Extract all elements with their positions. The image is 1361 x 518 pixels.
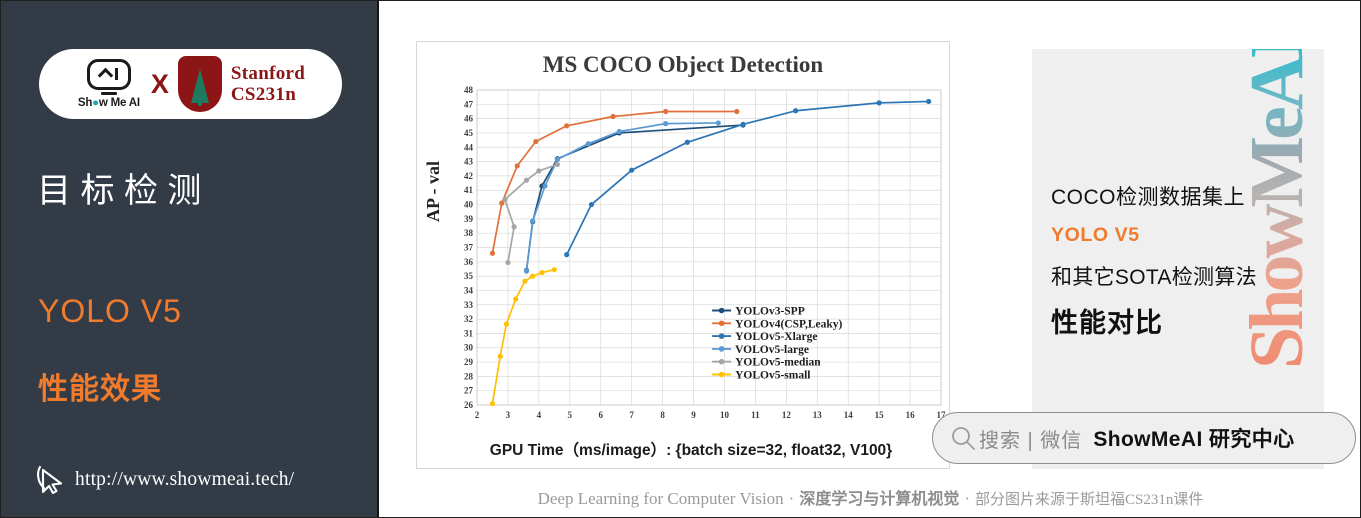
svg-text:41: 41 <box>464 185 474 195</box>
footer-sep-2: · <box>964 489 971 508</box>
svg-text:YOLOv5-median: YOLOv5-median <box>735 357 821 369</box>
search-icon <box>952 427 975 450</box>
svg-text:34: 34 <box>464 285 474 295</box>
site-url-text[interactable]: http://www.showmeai.tech/ <box>75 469 294 491</box>
svg-text:8: 8 <box>660 410 665 420</box>
page-title: 目 标 检 测 <box>37 172 202 210</box>
footer-cn-tail: 部分图片来源于斯坦福CS231n课件 <box>975 492 1204 508</box>
logo-badge: Sh●w Me AI X Stanford CS231n <box>39 49 342 119</box>
svg-text:38: 38 <box>464 228 474 238</box>
stanford-line-1: Stanford <box>230 62 306 84</box>
svg-text:46: 46 <box>464 114 474 124</box>
summary-line-3: 和其它SOTA检测算法 <box>1051 266 1257 289</box>
site-url-row[interactable]: http://www.showmeai.tech/ <box>35 464 294 496</box>
svg-text:2: 2 <box>475 410 480 420</box>
svg-text:40: 40 <box>464 200 474 210</box>
cross-symbol: X <box>150 68 169 99</box>
svg-text:27: 27 <box>464 386 474 396</box>
svg-text:VOLOv5-large: VOLOv5-large <box>735 344 809 356</box>
svg-text:43: 43 <box>464 157 474 167</box>
search-placeholder-text[interactable]: 搜索 | 微信 <box>979 424 1082 453</box>
subtitle-topic: 性能效果 <box>38 373 162 406</box>
slide-root: Sh●w Me AI X Stanford CS231n 目 标 检 测 YOL… <box>0 0 1361 518</box>
svg-text:7: 7 <box>629 410 634 420</box>
svg-text:47: 47 <box>464 99 474 109</box>
svg-text:42: 42 <box>464 171 474 181</box>
chart-panel: MS COCO Object Detection AP - val 26 27 28… <box>416 41 950 469</box>
chart-gridlines <box>476 89 942 406</box>
chart-y-axis-label: AP - val <box>423 161 443 222</box>
svg-text:37: 37 <box>464 243 474 253</box>
showmeai-logo-text: Sh●w Me AI <box>77 97 140 110</box>
chart-plot-area: 26 27 28 29 30 31 32 33 34 35 36 37 38 39 40 41 42 43 44 45… <box>451 84 949 429</box>
svg-text:6: 6 <box>598 410 603 420</box>
stanford-course-label: Stanford CS231n <box>231 63 305 106</box>
footer-sep-1: · <box>788 489 795 508</box>
svg-text:YOLOv3-SPP: YOLOv3-SPP <box>735 306 805 318</box>
svg-text:4: 4 <box>537 410 542 420</box>
cursor-icon <box>37 465 63 495</box>
left-title-panel: Sh●w Me AI X Stanford CS231n 目 标 检 测 YOL… <box>1 1 379 517</box>
stanford-line-2: CS231n <box>230 84 297 105</box>
footer-cn-bold: 深度学习与计算机视觉 <box>799 491 960 508</box>
svg-text:44: 44 <box>464 142 474 152</box>
svg-text:26: 26 <box>464 400 474 410</box>
footer-en: Deep Learning for Computer Vision <box>537 489 784 508</box>
svg-text:13: 13 <box>813 410 823 420</box>
svg-text:14: 14 <box>844 410 854 420</box>
svg-text:29: 29 <box>464 357 474 367</box>
subtitle-model-name: YOLO V5 <box>38 293 182 329</box>
wechat-search-bar[interactable]: 搜索 | 微信 ShowMeAI 研究中心 <box>932 412 1356 464</box>
chart-x-axis-label: GPU Time（ms/image）: {batch size=32, floa… <box>489 442 893 459</box>
svg-text:YOLOv5-Xlarge: YOLOv5-Xlarge <box>735 331 817 343</box>
showmeai-watermark: ShowMeAI <box>1234 34 1330 369</box>
svg-text:11: 11 <box>751 410 760 420</box>
svg-text:9: 9 <box>691 410 696 420</box>
chart-svg: 2627282930313233343536373839404142434445… <box>464 85 946 420</box>
svg-text:10: 10 <box>720 410 730 420</box>
svg-text:36: 36 <box>464 257 474 267</box>
svg-text:15: 15 <box>875 410 885 420</box>
svg-text:YOLOv5-small: YOLOv5-small <box>735 370 810 382</box>
svg-text:39: 39 <box>464 214 474 224</box>
right-summary-panel: ShowMeAI COCO检测数据集上 YOLO V5 和其它SOTA检测算法 … <box>1032 34 1324 469</box>
search-brand-label: ShowMeAI 研究中心 <box>1093 428 1295 451</box>
svg-text:5: 5 <box>568 410 573 420</box>
chart-title: MS COCO Object Detection <box>542 52 824 77</box>
svg-text:YOLOv4(CSP,Leaky): YOLOv4(CSP,Leaky) <box>735 318 842 330</box>
showmeai-logo-icon: Sh●w Me AI <box>76 58 142 110</box>
summary-line-1: COCO检测数据集上 <box>1051 186 1245 209</box>
svg-text:16: 16 <box>906 410 916 420</box>
svg-text:45: 45 <box>464 128 474 138</box>
summary-line-4-emphasis: 性能对比 <box>1051 308 1163 338</box>
svg-text:28: 28 <box>464 371 474 381</box>
svg-text:31: 31 <box>464 328 474 338</box>
svg-text:32: 32 <box>464 314 474 324</box>
stanford-s-icon <box>177 56 222 112</box>
svg-text:33: 33 <box>464 300 474 310</box>
svg-text:30: 30 <box>464 343 474 353</box>
svg-text:3: 3 <box>506 410 511 420</box>
svg-text:48: 48 <box>464 85 474 95</box>
svg-text:12: 12 <box>782 410 792 420</box>
summary-line-2-model: YOLO V5 <box>1051 224 1140 246</box>
footer-caption: Deep Learning for Computer Vision · 深度学习与计… <box>381 485 1360 509</box>
svg-text:35: 35 <box>464 271 474 281</box>
